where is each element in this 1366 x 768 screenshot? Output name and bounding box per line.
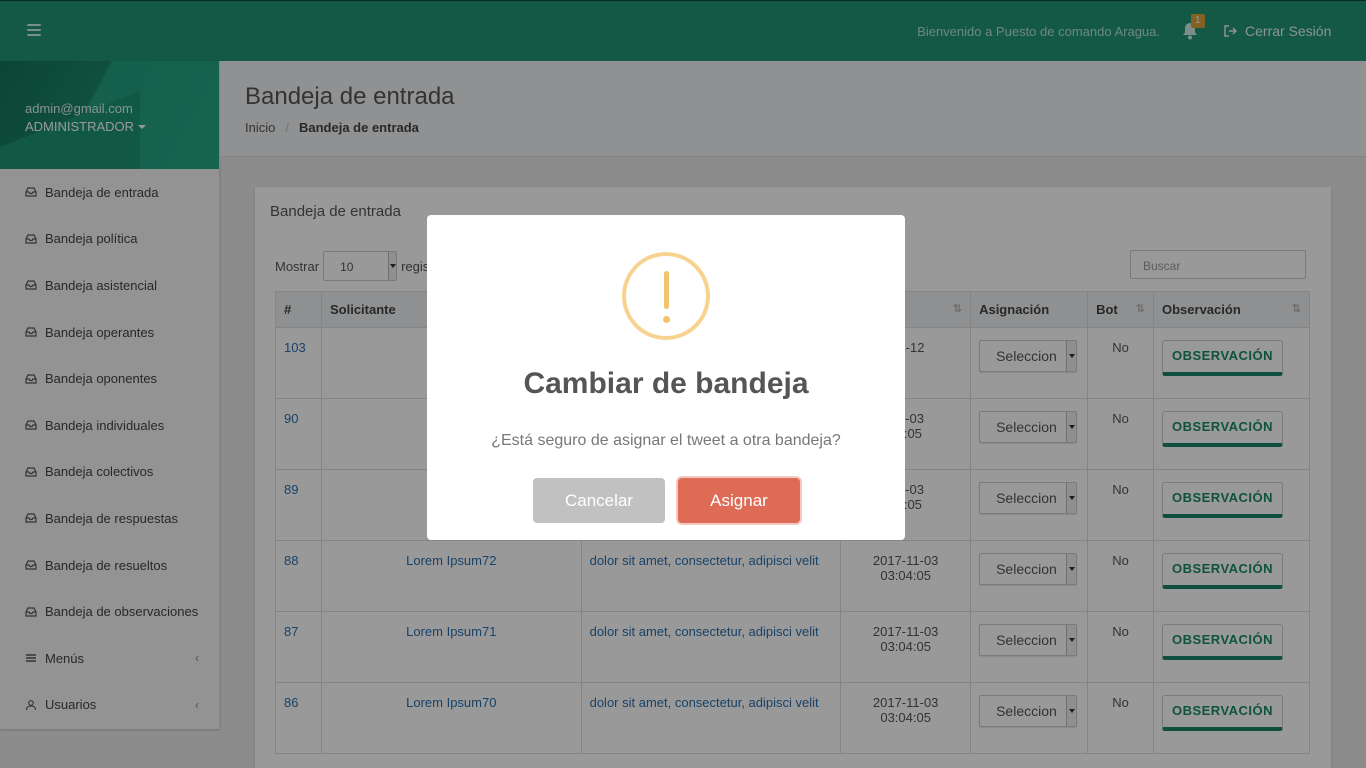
confirm-dialog: Cambiar de bandeja ¿Está seguro de asign…	[427, 215, 905, 540]
dialog-title: Cambiar de bandeja	[523, 367, 809, 400]
assign-button[interactable]: Asignar	[678, 478, 800, 523]
warning-icon	[622, 252, 710, 340]
dialog-message: ¿Está seguro de asignar el tweet a otra …	[491, 432, 841, 449]
cancel-button[interactable]: Cancelar	[533, 478, 665, 523]
